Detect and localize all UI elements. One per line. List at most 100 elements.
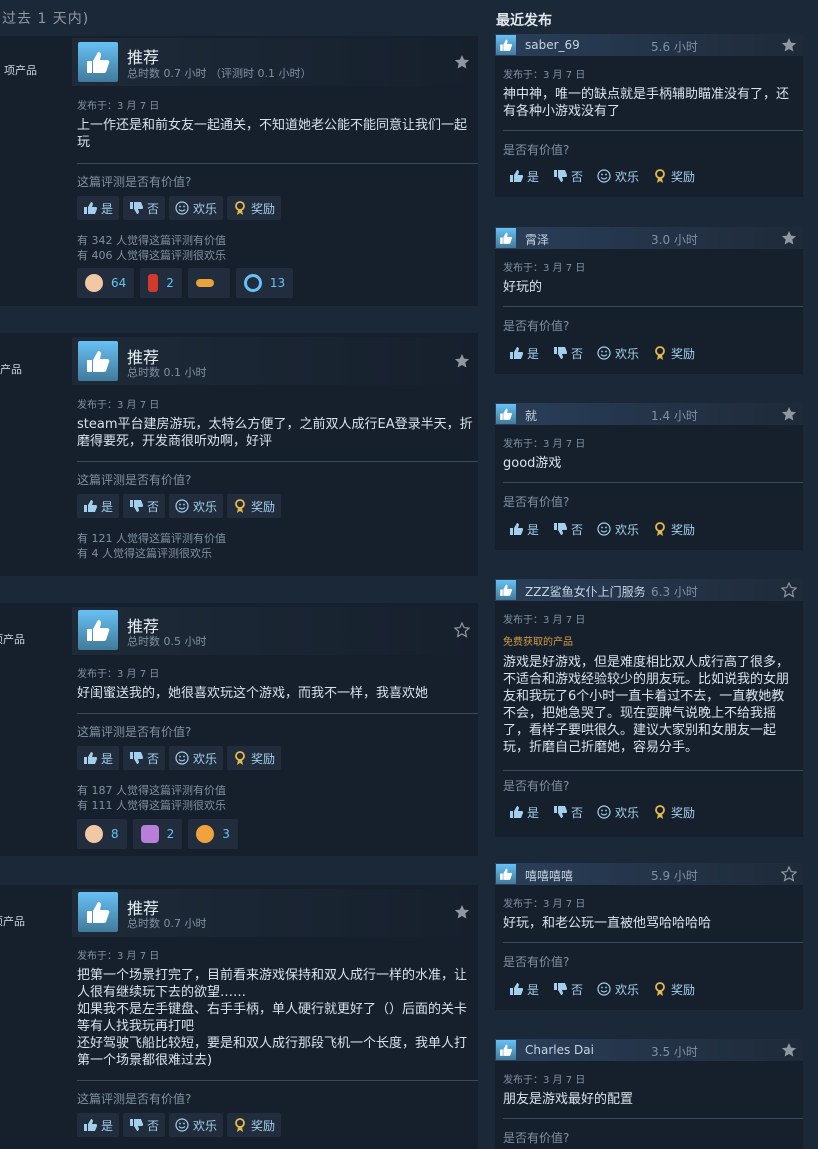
- funny-button[interactable]: 欢乐: [169, 1113, 224, 1137]
- no-label: 否: [571, 805, 584, 820]
- star-icon[interactable]: [781, 37, 797, 53]
- no-button[interactable]: 否: [547, 517, 589, 541]
- award-count: 13: [269, 276, 286, 290]
- funny-button[interactable]: 欢乐: [169, 196, 224, 220]
- funny-button[interactable]: 欢乐: [169, 746, 224, 770]
- award-button[interactable]: 奖励: [227, 746, 282, 770]
- no-button[interactable]: 否: [123, 196, 166, 220]
- yes-button[interactable]: 是: [77, 494, 120, 518]
- divider: [503, 482, 803, 483]
- reviewer-name[interactable]: 就: [525, 407, 537, 424]
- no-label: 否: [147, 751, 160, 766]
- fire-extinguisher-icon: [148, 274, 159, 292]
- award-button[interactable]: 奖励: [647, 164, 701, 188]
- star-outline-icon[interactable]: [780, 865, 798, 882]
- vote-row: 是 否 欢乐 奖励: [503, 977, 701, 1001]
- award-ribbon-icon: [653, 346, 667, 360]
- yes-button[interactable]: 是: [503, 341, 545, 365]
- recent-review-card: Charles Dai 3.5 小时 发布于：3 月 7 日 朋友是游戏最好的配…: [495, 1039, 803, 1149]
- thumbs-down-icon: [553, 169, 568, 183]
- award-ribbon-icon: [653, 522, 667, 536]
- no-button[interactable]: 否: [547, 800, 589, 824]
- award-label: 奖励: [671, 346, 696, 361]
- award-item[interactable]: 3: [188, 819, 238, 849]
- no-button[interactable]: 否: [547, 164, 589, 188]
- yes-button[interactable]: 是: [77, 196, 120, 220]
- funny-button[interactable]: 欢乐: [591, 164, 645, 188]
- recent-review-card: 霄泽 3.0 小时 发布于：3 月 7 日 好玩的 是否有价值? 是 否 欢乐 …: [495, 227, 803, 374]
- award-item[interactable]: 64: [77, 268, 135, 298]
- star-icon[interactable]: [781, 230, 797, 246]
- award-item[interactable]: 2: [140, 268, 182, 298]
- no-button[interactable]: 否: [123, 1113, 166, 1137]
- award-button[interactable]: 奖励: [647, 977, 701, 1001]
- award-button[interactable]: 奖励: [647, 341, 701, 365]
- thumbs-up-icon: [496, 1040, 516, 1060]
- product-label: 产品: [0, 363, 22, 376]
- funny-button[interactable]: 欢乐: [591, 341, 645, 365]
- laughing-face-icon: [85, 274, 103, 292]
- award-button[interactable]: 奖励: [227, 494, 282, 518]
- funny-button[interactable]: 欢乐: [591, 977, 645, 1001]
- reviewer-name[interactable]: ZZZ鲨鱼女仆上门服务: [525, 583, 646, 600]
- review-counts: 有 187 人觉得这篇评测有价值 有 111 人觉得这篇评测很欢乐: [77, 783, 226, 813]
- helpful-question: 这篇评测是否有价值?: [77, 725, 192, 739]
- award-count: 3: [222, 827, 230, 841]
- funny-button[interactable]: 欢乐: [591, 517, 645, 541]
- funny-button[interactable]: 欢乐: [169, 494, 224, 518]
- reviewer-name[interactable]: saber_69: [525, 38, 580, 52]
- reviewer-name[interactable]: 霄泽: [525, 231, 549, 248]
- star-icon[interactable]: [454, 54, 470, 70]
- award-ribbon-icon: [653, 805, 667, 819]
- star-icon[interactable]: [454, 904, 470, 920]
- posted-date: 发布于：3 月 7 日: [77, 101, 160, 112]
- no-button[interactable]: 否: [123, 494, 166, 518]
- award-item[interactable]: 13: [235, 268, 294, 298]
- thumbs-up-icon: [496, 228, 516, 248]
- award-label: 奖励: [251, 201, 276, 216]
- yes-button[interactable]: 是: [503, 977, 545, 1001]
- award-count: 2: [166, 827, 175, 841]
- no-button[interactable]: 否: [547, 341, 589, 365]
- yes-button[interactable]: 是: [77, 1113, 120, 1137]
- award-button[interactable]: 奖励: [227, 196, 282, 220]
- review-hours: 1.4 小时: [651, 409, 698, 423]
- reviewer-name[interactable]: 嘻嘻嘻嘻: [525, 867, 573, 884]
- award-label: 奖励: [671, 169, 696, 184]
- yes-button[interactable]: 是: [503, 517, 545, 541]
- star-outline-icon[interactable]: [453, 621, 471, 638]
- star-outline-icon[interactable]: [780, 581, 798, 598]
- funny-label: 欢乐: [193, 499, 218, 514]
- yes-button[interactable]: 是: [503, 800, 545, 824]
- award-button[interactable]: 奖励: [227, 1113, 282, 1137]
- thumbs-down-icon: [553, 346, 568, 360]
- thumbs-down-icon: [553, 522, 568, 536]
- vote-row: 是 否 欢乐 奖励: [77, 1113, 282, 1137]
- yes-button[interactable]: 是: [77, 746, 120, 770]
- award-item[interactable]: 2: [132, 819, 183, 849]
- no-button[interactable]: 否: [123, 746, 166, 770]
- star-icon[interactable]: [781, 406, 797, 422]
- vote-row: 是 否 欢乐 奖励: [77, 494, 282, 518]
- award-button[interactable]: 奖励: [647, 517, 701, 541]
- smiley-icon: [175, 751, 189, 765]
- award-button[interactable]: 奖励: [647, 800, 701, 824]
- recent-review-card: ZZZ鲨鱼女仆上门服务 6.3 小时 发布于：3 月 7 日 免费获取的产品 游…: [495, 579, 803, 837]
- award-ribbon-icon: [233, 499, 247, 513]
- yes-button[interactable]: 是: [503, 164, 545, 188]
- funny-button[interactable]: 欢乐: [591, 800, 645, 824]
- reviewer-name[interactable]: Charles Dai: [525, 1043, 594, 1057]
- funny-label: 欢乐: [193, 201, 218, 216]
- award-item[interactable]: [187, 268, 230, 298]
- review-card: 项产品 推荐 总时数 0.7 小时 （评测时 0.1 小时） 发布于：3 月 7…: [0, 36, 478, 306]
- divider: [77, 461, 478, 462]
- star-icon[interactable]: [781, 1042, 797, 1058]
- award-item[interactable]: 8: [77, 819, 127, 849]
- vote-row: 是 否 欢乐 奖励: [503, 164, 701, 188]
- award-count: 64: [111, 276, 127, 290]
- no-button[interactable]: 否: [547, 977, 589, 1001]
- no-label: 否: [571, 982, 584, 997]
- star-icon[interactable]: [454, 353, 470, 369]
- helpful-count: 有 342 人觉得这篇评测有价值: [77, 234, 226, 247]
- thumbs-down-icon: [129, 751, 144, 765]
